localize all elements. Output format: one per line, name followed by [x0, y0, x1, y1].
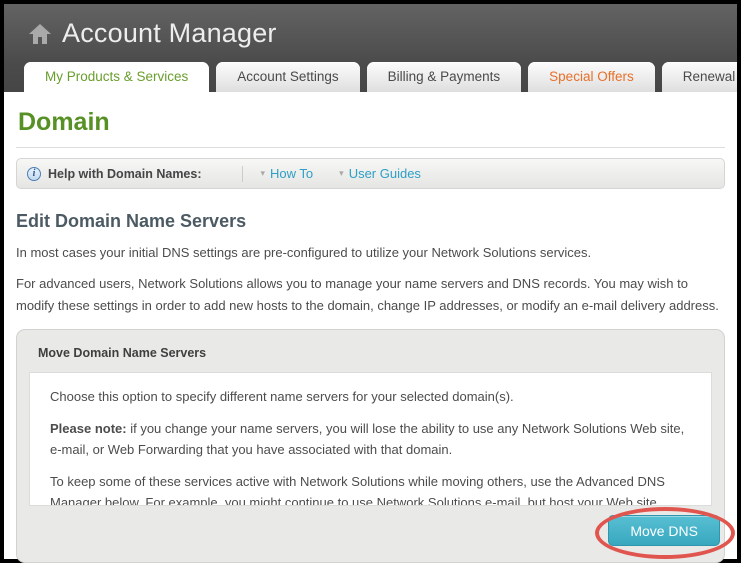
tab-label: Special Offers [549, 69, 634, 84]
link-label: How To [270, 166, 314, 181]
move-dns-panel: Move Domain Name Servers Choose this opt… [16, 329, 735, 563]
app-title: Account Manager [62, 18, 277, 48]
how-to-link[interactable]: ▾ How To [261, 166, 314, 181]
tab-label: Account Settings [237, 69, 339, 84]
app-header: Account Manager My Products & Services A… [4, 4, 737, 92]
brand: Account Manager [4, 4, 737, 49]
page-title: Domain [18, 108, 110, 136]
intro-paragraph-2: For advanced users, Network Solutions al… [16, 276, 719, 313]
tab-my-products-services[interactable]: My Products & Services [24, 62, 210, 92]
chevron-down-icon: ▾ [260, 168, 266, 178]
user-guides-link[interactable]: ▾ User Guides [339, 166, 421, 181]
account-manager-window: { "header": { "title": "Account Manager"… [0, 0, 741, 563]
home-icon[interactable] [28, 23, 52, 45]
tab-label: My Products & Services [45, 69, 189, 84]
section-heading: Edit Domain Name Servers [16, 211, 247, 231]
tab-label: Renewal Ce [682, 69, 737, 84]
panel-paragraph-2-text: if you change your name servers, you wil… [50, 421, 685, 457]
tab-bar: My Products & Services Account Settings … [24, 62, 737, 92]
vertical-divider [241, 165, 243, 182]
help-bar: i Help with Domain Names: ▾ How To ▾ Use… [16, 158, 725, 189]
panel-paragraph-2: Please note: if you change your name ser… [50, 419, 691, 461]
tab-renewal-center[interactable]: Renewal Ce [661, 62, 737, 92]
panel-paragraph-3: To keep some of these services active wi… [50, 473, 665, 507]
move-dns-button[interactable]: Move DNS [608, 515, 720, 547]
divider [16, 147, 725, 148]
please-note-label: Please note: [50, 421, 127, 437]
panel-paragraph-1: Choose this option to specify different … [50, 389, 514, 405]
tab-label: Billing & Payments [387, 69, 501, 84]
tab-special-offers[interactable]: Special Offers [528, 62, 655, 92]
tab-billing-payments[interactable]: Billing & Payments [366, 62, 522, 92]
intro-paragraph-1: In most cases your initial DNS settings … [16, 245, 592, 260]
help-bar-label: Help with Domain Names: [48, 166, 202, 181]
tab-account-settings[interactable]: Account Settings [216, 62, 360, 92]
panel-body: Choose this option to specify different … [29, 372, 712, 507]
info-icon: i [27, 166, 41, 181]
link-label: User Guides [348, 166, 421, 181]
main-content: Domain i Help with Domain Names: ▾ How T… [4, 108, 737, 563]
panel-title: Move Domain Name Servers [38, 346, 207, 361]
chevron-down-icon: ▾ [339, 168, 344, 178]
